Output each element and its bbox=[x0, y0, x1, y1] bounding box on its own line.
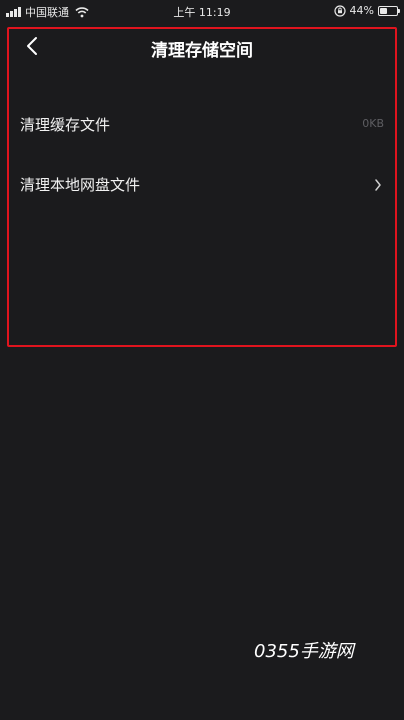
cache-size-value: 0KB bbox=[362, 117, 384, 130]
clear-cache-item[interactable]: 清理缓存文件 0KB bbox=[0, 96, 404, 156]
settings-list: 清理缓存文件 0KB 清理本地网盘文件 bbox=[0, 96, 404, 216]
clear-local-disk-label: 清理本地网盘文件 bbox=[20, 176, 141, 194]
clear-cache-label: 清理缓存文件 bbox=[20, 116, 111, 134]
status-bar: 中国联通 上午 11:19 44% bbox=[0, 0, 404, 22]
clear-local-disk-item[interactable]: 清理本地网盘文件 bbox=[0, 156, 404, 216]
battery-percent: 44% bbox=[349, 4, 374, 17]
status-right: 44% bbox=[333, 4, 400, 17]
page-title: 清理存储空间 bbox=[151, 41, 253, 61]
chevron-right-icon bbox=[375, 179, 381, 191]
battery-icon bbox=[378, 5, 400, 16]
watermark: 0355手游网 bbox=[254, 641, 354, 662]
nav-bar: 清理存储空间 bbox=[0, 26, 404, 66]
battery-fill bbox=[380, 7, 388, 14]
rotation-lock-icon bbox=[333, 4, 346, 17]
